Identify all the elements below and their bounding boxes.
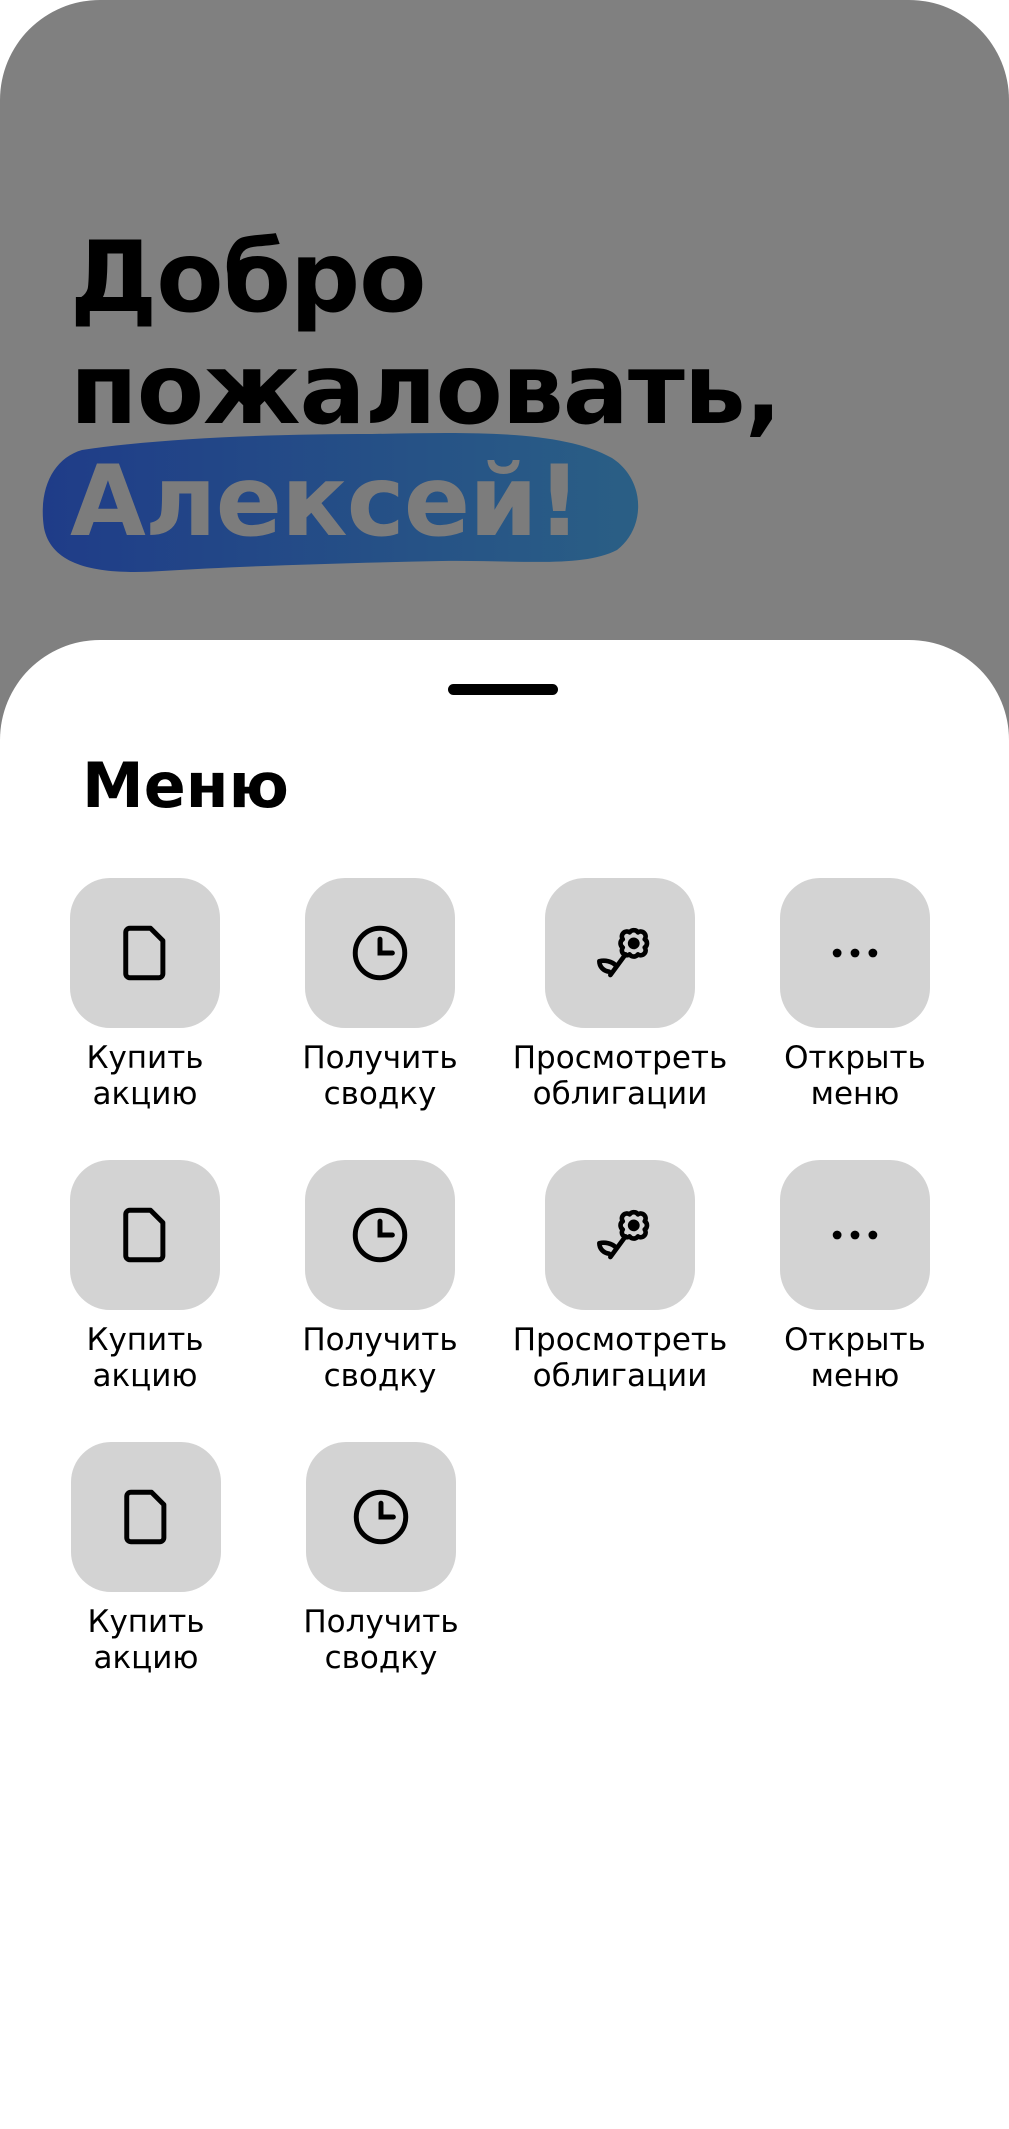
clock-icon (352, 925, 408, 981)
menu-item-tile[interactable] (545, 878, 695, 1028)
menu-item-label: Купить акцию (86, 1322, 204, 1394)
app-screen: Добро пожаловать, Алексей! Меню Купить акц (0, 0, 1009, 2129)
flower-icon (597, 1209, 650, 1260)
menu-row: Купить акцию Получить сводку Просмотреть об… (0, 878, 1009, 1160)
menu-item-tile[interactable] (70, 1160, 220, 1310)
user-name: Алексей! (70, 445, 582, 559)
menu-bottom-sheet: Меню Купить акцию Получить сводку Просмо… (0, 640, 1009, 2129)
menu-item-label: Купить акцию (87, 1604, 205, 1676)
menu-row: Купить акцию Получить сводку Просмотреть об… (0, 1160, 1009, 1442)
menu-item-buy-stock[interactable]: Купить акцию (26, 1442, 266, 1676)
menu-item-tile[interactable] (71, 1442, 221, 1592)
menu-item-tile[interactable] (780, 1160, 930, 1310)
menu-item-open-menu[interactable]: Открыть меню (735, 878, 975, 1112)
menu-item-buy-stock[interactable]: Купить акцию (25, 878, 265, 1112)
menu-item-buy-stock[interactable]: Купить акцию (25, 1160, 265, 1394)
menu-item-tile[interactable] (545, 1160, 695, 1310)
menu-item-label: Просмотреть облигации (512, 1322, 728, 1394)
menu-item-get-summary[interactable]: Получить сводку (260, 1160, 500, 1394)
menu-row: Купить акцию Получить сводку (0, 1442, 1009, 1724)
menu-item-label: Просмотреть облигации (512, 1040, 728, 1112)
document-icon (123, 1207, 166, 1263)
menu-item-view-bonds[interactable]: Просмотреть облигации (500, 1160, 740, 1394)
document-icon (124, 1489, 167, 1545)
flower-icon (597, 927, 650, 978)
menu-item-tile[interactable] (305, 878, 455, 1028)
menu-item-open-menu[interactable]: Открыть меню (735, 1160, 975, 1394)
clock-icon (352, 1207, 408, 1263)
menu-title: Меню (82, 749, 289, 822)
menu-item-view-bonds[interactable]: Просмотреть облигации (500, 878, 740, 1112)
menu-item-get-summary[interactable]: Получить сводку (261, 1442, 501, 1676)
menu-item-label: Получить сводку (302, 1040, 458, 1112)
menu-item-label: Получить сводку (303, 1604, 459, 1676)
welcome-title: Добро пожаловать, (70, 221, 782, 446)
menu-item-label: Открыть меню (784, 1040, 926, 1112)
menu-item-tile[interactable] (70, 878, 220, 1028)
sheet-drag-handle[interactable] (448, 684, 558, 695)
menu-grid: Купить акцию Получить сводку Просмотреть об… (0, 878, 1009, 1724)
clock-icon (353, 1489, 409, 1545)
menu-item-label: Купить акцию (86, 1040, 204, 1112)
menu-item-tile[interactable] (780, 878, 930, 1028)
menu-item-tile[interactable] (305, 1160, 455, 1310)
menu-item-tile[interactable] (306, 1442, 456, 1592)
menu-item-get-summary[interactable]: Получить сводку (260, 878, 500, 1112)
more-horizontal-icon (832, 1230, 878, 1240)
more-horizontal-icon (832, 948, 878, 958)
menu-item-label: Открыть меню (784, 1322, 926, 1394)
document-icon (123, 925, 166, 981)
menu-item-label: Получить сводку (302, 1322, 458, 1394)
welcome-line-1: Добро (70, 221, 427, 335)
